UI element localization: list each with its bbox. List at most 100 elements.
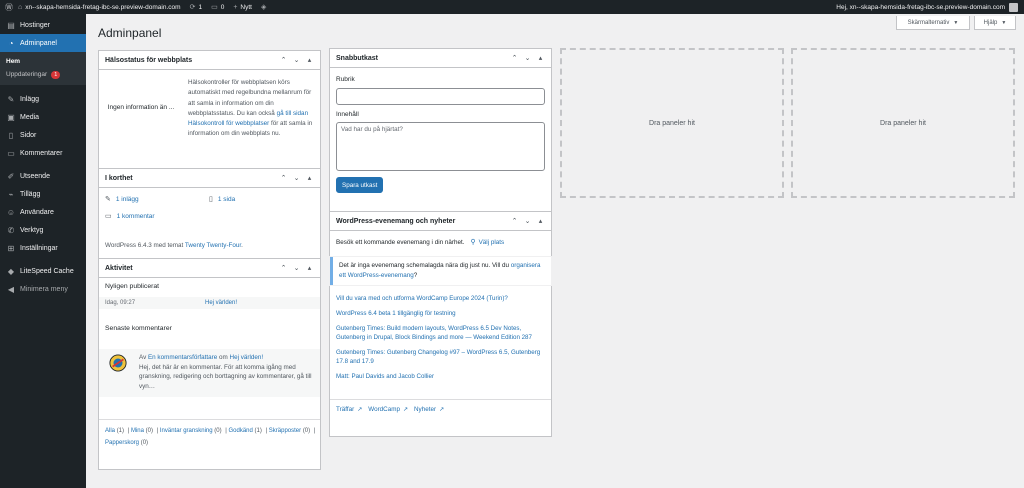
- widget-header[interactable]: Snabbutkast ⌃ ⌄ ▴: [330, 49, 551, 68]
- comments-link[interactable]: ▭ 0: [211, 3, 225, 12]
- filter-all-link[interactable]: Alla: [105, 428, 115, 434]
- main-content: Adminpanel Skärmalternativ ▼ Hjälp ▼ Hälso…: [86, 14, 1024, 488]
- draft-title-input[interactable]: [336, 88, 545, 105]
- glance-comments[interactable]: ▭ 1 kommentar: [105, 212, 155, 221]
- meetups-link[interactable]: Träffar ↗: [336, 406, 362, 413]
- sidebar-item-settings[interactable]: ⊞ Inställningar: [0, 239, 86, 257]
- sidebar-item-label: LiteSpeed Cache: [20, 267, 74, 275]
- widget-header[interactable]: Aktivitet ⌃ ⌄ ▴: [99, 259, 320, 278]
- move-up-icon[interactable]: ⌃: [277, 56, 290, 64]
- theme-link[interactable]: Twenty Twenty-Four: [185, 242, 241, 249]
- move-down-icon[interactable]: ⌄: [521, 217, 534, 225]
- news-link[interactable]: Gutenberg Times: Build modern layouts, W…: [336, 324, 548, 343]
- toggle-panel-icon[interactable]: ▴: [303, 56, 316, 64]
- submenu-label: Uppdateringar: [6, 71, 48, 78]
- comment-text: Av En kommentarsförfattare om Hej världe…: [139, 354, 312, 390]
- sidebar-item-hostinger[interactable]: ▤ Hostinger: [0, 16, 86, 34]
- seo-link[interactable]: ◈: [261, 3, 269, 11]
- sidebar-item-media[interactable]: ▣ Media: [0, 108, 86, 126]
- at-a-glance-widget: I korthet ⌃ ⌄ ▴ ✎ 1 inlägg ▯ 1 sida ▭ 1 kom…: [98, 168, 321, 259]
- drop-zone-2[interactable]: Dra paneler hit: [791, 48, 1015, 198]
- widget-header[interactable]: I korthet ⌃ ⌄ ▴: [99, 169, 320, 188]
- refresh-icon: ⟳: [189, 4, 196, 11]
- updates-link[interactable]: ⟳ 1: [189, 3, 203, 12]
- move-down-icon[interactable]: ⌄: [290, 264, 303, 272]
- sidebar-item-label: Adminpanel: [20, 39, 57, 47]
- plugin-icon: ⌁: [8, 189, 14, 199]
- filter-mine-link[interactable]: Mina: [131, 428, 144, 434]
- sidebar-item-comments[interactable]: ▭ Kommentarer: [0, 144, 86, 162]
- sidebar-item-litespeed[interactable]: ◆ LiteSpeed Cache: [0, 262, 86, 280]
- save-draft-button[interactable]: Spara utkast: [336, 177, 384, 193]
- select-location-link[interactable]: Välj plats: [479, 239, 505, 246]
- sidebar-item-dashboard[interactable]: ◔ Adminpanel: [0, 34, 86, 52]
- toggle-panel-icon[interactable]: ▴: [303, 264, 316, 272]
- admin-sidebar: ▤ Hostinger ◔ Adminpanel Hem Uppdatering…: [0, 14, 86, 488]
- screen-options-button[interactable]: Skärmalternativ ▼: [896, 16, 970, 30]
- glance-posts-link[interactable]: 1 inlägg: [116, 196, 139, 203]
- news-link[interactable]: Vill du vara med och utforma WordCamp Eu…: [336, 294, 548, 303]
- filter-pending-link[interactable]: Inväntar granskning: [160, 428, 213, 434]
- glance-pages-link[interactable]: 1 sida: [218, 196, 235, 203]
- comment-post-link[interactable]: Hej världen!: [230, 354, 264, 361]
- move-down-icon[interactable]: ⌄: [290, 56, 303, 64]
- site-name-link[interactable]: ⌂ xn--skapa-hemsida-fretag-ibc-se.previe…: [18, 4, 181, 11]
- home-icon: ⌂: [18, 3, 23, 11]
- wordpress-logo-icon[interactable]: Ⓦ: [0, 2, 18, 13]
- health-description: Hälsokontroller för webbplatsen körs aut…: [188, 79, 313, 138]
- post-title-link[interactable]: Hej världen!: [205, 300, 237, 306]
- widget-header[interactable]: Hälsostatus för webbplats ⌃ ⌄ ▴: [99, 51, 320, 70]
- events-intro: Besök ett kommande evenemang i din närhe…: [336, 238, 505, 247]
- new-content-link[interactable]: + Nytt: [233, 4, 252, 11]
- glance-posts[interactable]: ✎ 1 inlägg: [105, 195, 139, 204]
- filter-spam-link[interactable]: Skräpposter: [269, 428, 301, 434]
- toggle-panel-icon[interactable]: ▴: [534, 54, 547, 62]
- drop-zone-label: Dra paneler hit: [649, 119, 695, 127]
- drop-zone-label: Dra paneler hit: [880, 119, 926, 127]
- news-link[interactable]: Gutenberg Times: Gutenberg Changelog #97…: [336, 348, 548, 367]
- sidebar-item-label: Minimera meny: [20, 285, 68, 293]
- sidebar-item-posts[interactable]: ✎ Inlägg: [0, 90, 86, 108]
- events-news-widget: WordPress-evenemang och nyheter ⌃ ⌄ ▴ Be…: [329, 211, 552, 437]
- sidebar-item-appearance[interactable]: ✐ Utseende: [0, 167, 86, 185]
- sidebar-item-tools[interactable]: ✆ Verktyg: [0, 221, 86, 239]
- move-up-icon[interactable]: ⌃: [277, 264, 290, 272]
- glance-pages[interactable]: ▯ 1 sida: [209, 195, 235, 204]
- events-footer: Träffar ↗ WordCamp ↗ Nyheter ↗: [336, 406, 450, 413]
- toggle-panel-icon[interactable]: ▴: [534, 217, 547, 225]
- collapse-menu-button[interactable]: ◀ Minimera meny: [0, 280, 86, 298]
- move-down-icon[interactable]: ⌄: [290, 174, 303, 182]
- external-link-icon: ↗: [439, 407, 445, 413]
- drop-zone-1[interactable]: Dra paneler hit: [560, 48, 784, 198]
- help-button[interactable]: Hjälp ▼: [974, 16, 1016, 30]
- news-footer-link[interactable]: Nyheter ↗: [414, 406, 444, 413]
- updates-badge: 1: [51, 70, 61, 79]
- filter-trash-link[interactable]: Papperskorg: [105, 440, 139, 446]
- sidebar-item-pages[interactable]: ▯ Sidor: [0, 126, 86, 144]
- toggle-panel-icon[interactable]: ▴: [303, 174, 316, 182]
- comment-author-link[interactable]: En kommentarsförfattare: [148, 354, 217, 361]
- wrench-icon: ✆: [7, 225, 15, 235]
- content-label: Innehåll: [336, 111, 359, 118]
- sidebar-item-users[interactable]: ☺ Användare: [0, 203, 86, 221]
- move-up-icon[interactable]: ⌃: [277, 174, 290, 182]
- comments-count: 0: [220, 3, 225, 11]
- submenu-item-updates[interactable]: Uppdateringar 1: [0, 68, 86, 81]
- draft-content-textarea[interactable]: Vad har du på hjärtat?: [336, 122, 545, 171]
- move-up-icon[interactable]: ⌃: [508, 54, 521, 62]
- move-down-icon[interactable]: ⌄: [521, 54, 534, 62]
- move-up-icon[interactable]: ⌃: [508, 217, 521, 225]
- widget-header[interactable]: WordPress-evenemang och nyheter ⌃ ⌄ ▴: [330, 212, 551, 231]
- media-icon: ▣: [7, 112, 15, 122]
- submenu-item-home[interactable]: Hem: [0, 55, 86, 68]
- sidebar-item-plugins[interactable]: ⌁ Tillägg: [0, 185, 86, 203]
- wordcamp-link[interactable]: WordCamp ↗: [368, 406, 408, 413]
- news-link[interactable]: WordPress 6.4 beta 1 tillgänglig för tes…: [336, 309, 548, 318]
- health-no-info: Ingen information än ...: [107, 104, 175, 111]
- news-link[interactable]: Matt: Paul Davids and Jacob Collier: [336, 372, 548, 381]
- filter-approved-link[interactable]: Godkänd: [229, 428, 253, 434]
- new-label: Nytt: [240, 3, 252, 11]
- account-menu[interactable]: Hej, xn--skapa-hemsida-fretag-ibc-se.pre…: [836, 2, 1024, 12]
- glance-comments-link[interactable]: 1 kommentar: [117, 213, 155, 220]
- widget-title: Aktivitet: [105, 264, 133, 272]
